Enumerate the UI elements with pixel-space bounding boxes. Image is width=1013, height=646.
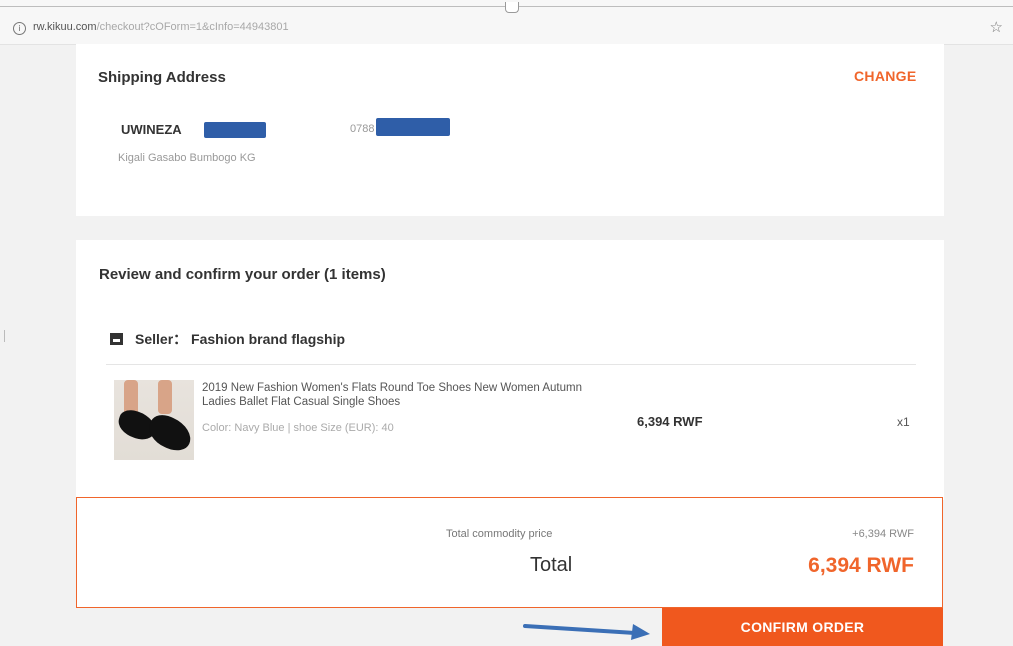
shoe-right: [143, 410, 194, 456]
scroll-edge-marker: [4, 330, 8, 342]
model-leg-right: [158, 380, 172, 414]
seller-row[interactable]: Seller： Fashion brand flagship: [110, 329, 345, 349]
seller-divider: [106, 364, 916, 365]
url-path: /checkout?cOForm=1&cInfo=44943801: [96, 21, 289, 33]
recipient-name: UWINEZA: [121, 122, 182, 137]
name-redaction: [204, 122, 266, 138]
store-icon: [110, 333, 123, 345]
order-review-title: Review and confirm your order (1 items): [99, 266, 386, 283]
total-value: 6,394 RWF: [808, 554, 914, 577]
recipient-address: Kigali Gasabo Bumbogo KG: [118, 152, 256, 164]
browser-address-bar: i rw.kikuu.com/checkout?cOForm=1&cInfo=4…: [0, 0, 1013, 45]
url-text[interactable]: rw.kikuu.com/checkout?cOForm=1&cInfo=449…: [33, 21, 289, 33]
confirm-order-button[interactable]: CONFIRM ORDER: [662, 608, 943, 646]
product-variant: Color: Navy Blue | shoe Size (EUR): 40: [202, 422, 394, 434]
total-label: Total: [530, 554, 573, 576]
shipping-address-title: Shipping Address: [98, 69, 226, 86]
star-icon[interactable]: ☆: [990, 18, 1003, 36]
product-quantity: x1: [897, 415, 910, 429]
order-summary-box: Total commodity price +6,394 RWF Total 6…: [76, 497, 943, 608]
window-notch: [505, 2, 519, 13]
product-thumbnail[interactable]: [114, 380, 194, 460]
commodity-price-label: Total commodity price: [446, 528, 553, 540]
phone-redaction: [376, 118, 450, 136]
change-address-link[interactable]: CHANGE: [854, 68, 916, 84]
recipient-phone: 0788: [350, 123, 375, 135]
annotation-arrow-icon: [523, 624, 650, 640]
commodity-price-value: +6,394 RWF: [852, 528, 914, 540]
info-icon[interactable]: i: [13, 22, 26, 35]
product-name[interactable]: 2019 New Fashion Women's Flats Round Toe…: [202, 381, 582, 409]
order-review-card: Review and confirm your order (1 items) …: [76, 240, 944, 500]
url-host: rw.kikuu.com: [33, 21, 97, 33]
shipping-address-card: Shipping Address CHANGE UWINEZA 0788 Kig…: [76, 44, 944, 216]
seller-label: Seller： Fashion brand flagship: [135, 331, 346, 347]
product-price: 6,394 RWF: [637, 414, 703, 429]
